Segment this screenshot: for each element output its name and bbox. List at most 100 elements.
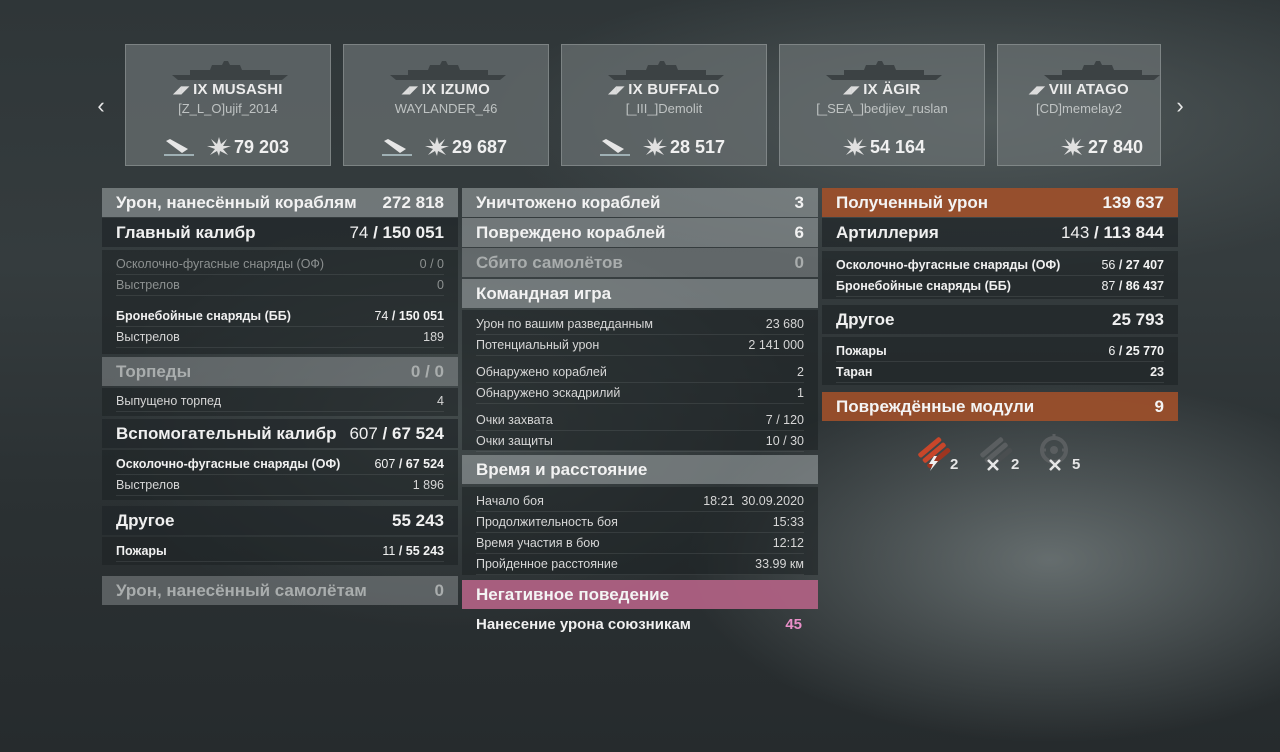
sunk-ship-icon [164, 135, 194, 157]
planes-value: 0 [794, 252, 804, 272]
team-play-details: Урон по вашим разведданным 23 680 Потенци… [462, 310, 818, 452]
sec-he-row: Осколочно-фугасные снаряды (ОФ) 607 / 67 … [116, 454, 444, 475]
he-shots-row: Выстрелов 0 [116, 275, 444, 296]
he-row: Осколочно-фугасные снаряды (ОФ) 0 / 0 [116, 254, 444, 275]
ship-card[interactable]: ◢◤ IX IZUMO WAYLANDER_46 29 687 [343, 44, 549, 166]
time-distance-label: Время и расстояние [476, 459, 648, 479]
secondary-value: 607 / 67 524 [349, 423, 444, 443]
ship-stats: 28 517 [562, 135, 766, 159]
torpedoes-details: Выпущено торпед 4 [102, 388, 458, 416]
destroyed-aa-icon[interactable] [1036, 430, 1076, 474]
ship-name: ◢◤ IX ÄGIR [843, 81, 921, 98]
secondary-details: Осколочно-фугасные снаряды (ОФ) 607 / 67 … [102, 450, 458, 500]
right-other-value: 25 793 [1112, 309, 1164, 329]
player-name: [CD]memelay2 [1036, 101, 1122, 116]
torps-fired-row: Выпущено торпед 4 [116, 391, 444, 412]
nation-flag-icon: ◢◤ [1029, 85, 1045, 96]
defense-row: Очки защиты 10 / 30 [476, 431, 804, 452]
ship-card[interactable]: ◢◤ IX BUFFALO [_III_]Demolit 28 517 [561, 44, 767, 166]
team-play-header: Командная игра [462, 279, 818, 308]
ship-stats: 79 203 [126, 135, 330, 159]
sunk-ship-icon [600, 135, 630, 157]
ship-card[interactable]: ◢◤ IX MUSASHI [Z_L_O]ujif_2014 79 203 [125, 44, 331, 166]
ship-card[interactable]: ◢◤ IX ÄGIR [_SEA_]bedjiev_ruslan 54 164 [779, 44, 985, 166]
ship-name: ◢◤ IX BUFFALO [608, 81, 720, 98]
distance-row: Пройденное расстояние 33.99 км [476, 554, 804, 575]
right-other-label: Другое [836, 309, 895, 329]
planes-label: Сбито самолётов [476, 252, 623, 272]
ship-name: ◢◤ IX MUSASHI [173, 81, 283, 98]
left-other-header: Другое 55 243 [102, 506, 458, 535]
ship-stats: 54 164 [780, 135, 984, 159]
potential-row: Потенциальный урон 2 141 000 [476, 335, 804, 356]
ship-name: ◢◤ IX IZUMO [401, 81, 491, 98]
nation-flag-icon: ◢◤ [608, 85, 625, 96]
module-icons: 2 2 5 [912, 430, 1092, 476]
player-name: [Z_L_O]ujif_2014 [178, 101, 278, 116]
artillery-header: Артиллерия 143 / 113 844 [822, 218, 1178, 247]
artillery-value: 143 / 113 844 [1060, 222, 1164, 242]
participation-row: Время участия в бою 12:12 [476, 533, 804, 554]
carousel-prev-button[interactable]: ‹ [89, 92, 113, 120]
capture-row: Очки захвата 7 / 120 [476, 410, 804, 431]
ship-card[interactable]: ◢◤ VIII ATAGO [CD]memelay2 27 840 [997, 44, 1161, 166]
planes-header: Сбито самолётов 0 [462, 248, 818, 277]
ship-silhouette-icon [1044, 61, 1160, 80]
destroyed-aa-count: 5 [1072, 456, 1081, 473]
received-ap-row: Бронебойные снаряды (ББ) 87 / 86 437 [836, 276, 1164, 297]
ship-damage-value: 27 840 [1088, 137, 1144, 157]
destroyed-guns-count: 2 [1011, 456, 1020, 473]
left-fires-row: Пожары 11 / 55 243 [116, 541, 444, 562]
ship-silhouette-icon [172, 61, 288, 80]
damaged-modules-label: Повреждённые модули [836, 396, 1035, 416]
damage-icon [206, 135, 232, 157]
artillery-label: Артиллерия [836, 222, 939, 242]
secondary-label: Вспомогательный калибр [116, 423, 337, 443]
received-fires-row: Пожары 6 / 25 770 [836, 341, 1164, 362]
ship-name: ◢◤ VIII ATAGO [1029, 81, 1129, 98]
main-battery-details: Осколочно-фугасные снаряды (ОФ) 0 / 0 Выс… [102, 250, 458, 354]
team-damage-row: Нанесение урона союзникам 45 [476, 616, 802, 633]
sec-shots-row: Выстрелов 1 896 [116, 475, 444, 496]
damaged-header: Повреждено кораблей 6 [462, 218, 818, 247]
player-name: [_III_]Demolit [625, 101, 703, 116]
damaged-modules-header: Повреждённые модули 9 [822, 392, 1178, 421]
right-other-header: Другое 25 793 [822, 305, 1178, 334]
team-damage-value: 45 [785, 616, 802, 633]
left-other-label: Другое [116, 510, 175, 530]
squadrons-spotted-row: Обнаружено эскадрилий 1 [476, 383, 804, 404]
player-name: WAYLANDER_46 [394, 101, 498, 116]
nation-flag-icon: ◢◤ [401, 85, 418, 96]
ship-stats: 29 687 [344, 135, 548, 159]
player-name: [_SEA_]bedjiev_ruslan [816, 101, 948, 116]
damage-icon [424, 135, 450, 157]
damaged-value: 6 [794, 222, 804, 242]
damaged-modules-value: 9 [1154, 396, 1164, 416]
destroyed-value: 3 [794, 192, 804, 212]
main-battery-header: Главный калибр 74 / 150 051 [102, 218, 458, 247]
destroyed-label: Уничтожено кораблей [476, 192, 661, 212]
main-battery-value: 74 / 150 051 [349, 222, 444, 242]
team-play-label: Командная игра [476, 283, 612, 303]
plane-damage-value: 0 [434, 580, 444, 600]
received-damage-value: 139 637 [1102, 192, 1164, 212]
ship-silhouette-icon [826, 61, 942, 80]
artillery-details: Осколочно-фугасные снаряды (ОФ) 56 / 27 4… [822, 251, 1178, 299]
damaged-guns-count: 2 [950, 456, 959, 473]
carousel-next-button[interactable]: › [1168, 92, 1192, 120]
destroyed-guns-icon[interactable] [974, 430, 1014, 474]
battle-start-row: Начало боя 18:21 30.09.2020 [476, 491, 804, 512]
received-damage-header: Полученный урон 139 637 [822, 188, 1178, 217]
negative-behavior-header: Негативное поведение [462, 580, 818, 609]
time-distance-header: Время и расстояние [462, 455, 818, 484]
nation-flag-icon: ◢◤ [173, 85, 190, 96]
damage-icon [642, 135, 668, 157]
plane-damage-header: Урон, нанесённый самолётам 0 [102, 576, 458, 605]
secondary-header: Вспомогательный калибр 607 / 67 524 [102, 419, 458, 448]
right-other-details: Пожары 6 / 25 770 Таран 23 [822, 337, 1178, 385]
plane-damage-label: Урон, нанесённый самолётам [116, 580, 367, 600]
ship-damage-label: Урон, нанесённый кораблям [116, 192, 357, 212]
damaged-guns-icon[interactable] [912, 430, 952, 474]
ship-damage-value: 54 164 [870, 137, 926, 157]
left-other-details: Пожары 11 / 55 243 [102, 537, 458, 565]
